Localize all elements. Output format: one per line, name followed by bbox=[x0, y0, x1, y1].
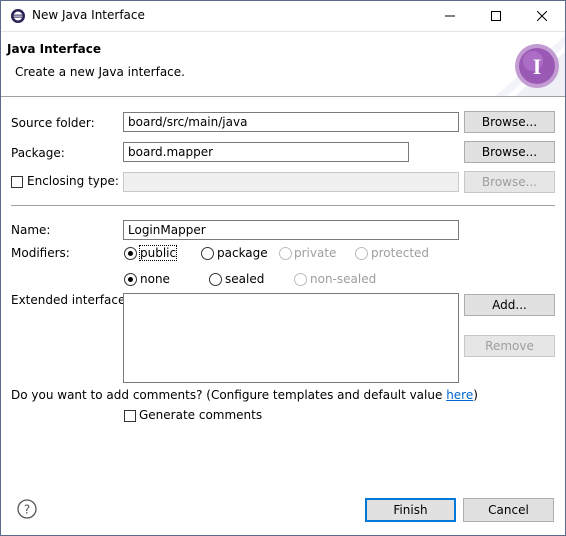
non-sealed-radio[interactable] bbox=[294, 273, 307, 286]
close-button[interactable] bbox=[519, 1, 565, 31]
source-folder-input[interactable]: board/src/main/java bbox=[123, 112, 459, 132]
protected-radio-label: protected bbox=[371, 246, 430, 260]
finish-button[interactable]: Finish bbox=[365, 498, 456, 522]
package-radio[interactable] bbox=[201, 247, 214, 260]
package-radio-label: package bbox=[217, 246, 268, 260]
package-browse-button[interactable]: Browse... bbox=[464, 141, 555, 163]
add-interface-button[interactable]: Add... bbox=[464, 294, 555, 316]
private-radio-label: private bbox=[294, 246, 337, 260]
configure-templates-link[interactable]: here bbox=[446, 388, 473, 402]
wizard-header: Java Interface Create a new Java interfa… bbox=[1, 32, 565, 97]
extended-interfaces-label: Extended interfaces: bbox=[11, 293, 136, 307]
package-label: Package: bbox=[11, 146, 65, 160]
help-icon[interactable]: ? bbox=[17, 499, 37, 519]
svg-text:I: I bbox=[533, 54, 542, 79]
protected-radio[interactable] bbox=[355, 247, 368, 260]
name-label: Name: bbox=[11, 223, 51, 237]
dialog-footer: ? Finish Cancel bbox=[1, 487, 565, 535]
svg-text:?: ? bbox=[24, 503, 30, 517]
none-radio[interactable] bbox=[124, 273, 137, 286]
minimize-button[interactable] bbox=[427, 1, 473, 31]
comments-question-end: ) bbox=[473, 388, 478, 402]
sealed-radio[interactable] bbox=[209, 273, 222, 286]
source-folder-browse-button[interactable]: Browse... bbox=[464, 111, 555, 133]
title-bar: New Java Interface bbox=[1, 1, 565, 32]
enclosing-type-input[interactable] bbox=[123, 172, 459, 192]
generate-comments-checkbox[interactable] bbox=[124, 410, 136, 422]
close-icon bbox=[537, 11, 547, 21]
cancel-button[interactable]: Cancel bbox=[463, 498, 554, 522]
name-input[interactable]: LoginMapper bbox=[123, 220, 459, 240]
page-title: Java Interface bbox=[7, 42, 102, 56]
interface-wizard-icon: I bbox=[495, 36, 565, 96]
page-description: Create a new Java interface. bbox=[15, 65, 185, 79]
none-radio-label: none bbox=[140, 272, 170, 286]
comments-question: Do you want to add comments? (Configure … bbox=[11, 388, 478, 402]
enclosing-type-label: Enclosing type: bbox=[27, 174, 119, 188]
dialog-window: New Java Interface Java Interface Create… bbox=[0, 0, 566, 536]
non-sealed-radio-label: non-sealed bbox=[310, 272, 377, 286]
private-radio[interactable] bbox=[279, 247, 292, 260]
eclipse-icon bbox=[10, 8, 26, 24]
sealed-radio-label: sealed bbox=[225, 272, 265, 286]
enclosing-type-checkbox[interactable] bbox=[11, 176, 23, 188]
package-input[interactable]: board.mapper bbox=[123, 142, 409, 162]
source-folder-label: Source folder: bbox=[11, 116, 95, 130]
remove-interface-button[interactable]: Remove bbox=[464, 335, 555, 357]
form-body: Source folder: board/src/main/java Brows… bbox=[1, 97, 565, 487]
enclosing-type-browse-button[interactable]: Browse... bbox=[464, 171, 555, 193]
maximize-button[interactable] bbox=[473, 1, 519, 31]
extended-interfaces-list[interactable] bbox=[123, 293, 459, 383]
public-radio[interactable] bbox=[124, 247, 137, 260]
public-radio-label: public bbox=[138, 245, 178, 261]
comments-question-text: Do you want to add comments? (Configure … bbox=[11, 388, 447, 402]
generate-comments-label: Generate comments bbox=[139, 408, 263, 422]
window-title: New Java Interface bbox=[32, 8, 145, 22]
modifiers-label: Modifiers: bbox=[11, 246, 70, 260]
separator bbox=[11, 205, 555, 206]
